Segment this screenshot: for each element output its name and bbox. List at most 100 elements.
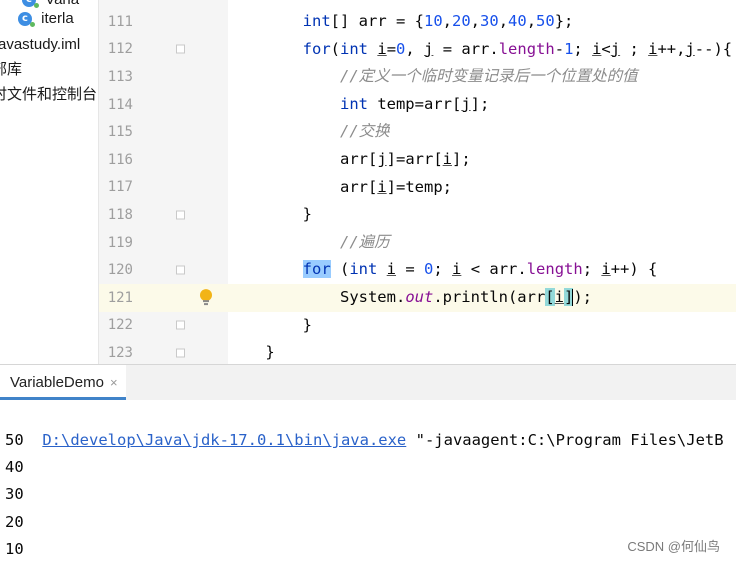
line-number: 123 bbox=[107, 344, 133, 361]
code-line[interactable]: arr[i]=temp; bbox=[228, 174, 736, 202]
line-number: 116 bbox=[107, 151, 133, 168]
line-number: 122 bbox=[107, 317, 133, 334]
code-token: ]; bbox=[452, 150, 471, 168]
code-token: , bbox=[470, 12, 481, 30]
tree-item-label: 部库 bbox=[0, 61, 23, 78]
code-line[interactable]: for (int i = 0; i < arr.length; i++) { bbox=[228, 256, 736, 284]
code-editor[interactable]: int[] arr = {10,20,30,40,50}; for(int i=… bbox=[228, 0, 736, 364]
code-token: ]=arr[ bbox=[386, 150, 443, 168]
code-line[interactable]: int temp=arr[j]; bbox=[228, 91, 736, 119]
code-token: 40 bbox=[508, 12, 527, 30]
line-number: 111 bbox=[107, 13, 133, 30]
tree-item-scratches[interactable]: 时文件和控制台 bbox=[0, 82, 97, 108]
tree-item-iterla[interactable]: c iterla bbox=[18, 6, 74, 32]
code-token: = bbox=[396, 260, 425, 279]
code-token: [] arr = { bbox=[330, 12, 424, 30]
gutter-row[interactable]: 119 bbox=[99, 229, 229, 257]
code-token: } bbox=[228, 315, 312, 334]
gutter-row[interactable]: 118 bbox=[99, 201, 229, 229]
code-token: for bbox=[302, 39, 331, 58]
line-number: 115 bbox=[107, 124, 133, 141]
code-token: .println(arr bbox=[433, 288, 546, 306]
code-line[interactable]: } bbox=[228, 339, 736, 364]
tree-item-external-libraries[interactable]: 部库 bbox=[0, 57, 22, 83]
code-token: } bbox=[228, 205, 312, 224]
code-token: , bbox=[526, 12, 537, 30]
code-line[interactable]: arr[j]=arr[i]; bbox=[228, 146, 736, 174]
code-token: = bbox=[386, 39, 397, 58]
code-token: i bbox=[601, 260, 611, 279]
run-toolbar: VariableDemo × bbox=[0, 364, 736, 401]
code-token: i bbox=[554, 288, 564, 306]
code-line[interactable]: for(int i=0, j = arr.length-1; i<j ; i++… bbox=[228, 36, 736, 64]
run-tab-variabledemo[interactable]: VariableDemo × bbox=[0, 365, 126, 400]
code-token: arr[ bbox=[228, 177, 378, 196]
code-token: , bbox=[442, 12, 452, 30]
code-token: ); bbox=[573, 288, 592, 306]
code-line[interactable]: //定义一个临时变量记录后一个位置处的值 bbox=[228, 63, 736, 91]
fold-marker-icon[interactable] bbox=[176, 348, 185, 358]
fold-marker-icon[interactable] bbox=[176, 265, 185, 275]
run-console[interactable]: D:\develop\Java\jdk-17.0.1\bin\java.exe … bbox=[0, 400, 736, 563]
code-token: i bbox=[442, 150, 452, 168]
java-exe-link[interactable]: D:\develop\Java\jdk-17.0.1\bin\java.exe bbox=[42, 431, 406, 449]
code-token: ( bbox=[330, 260, 350, 279]
code-token: int bbox=[339, 94, 368, 113]
code-token: j bbox=[424, 39, 434, 58]
close-icon[interactable]: × bbox=[110, 375, 118, 390]
code-token: = arr. bbox=[433, 39, 499, 58]
code-line[interactable]: } bbox=[228, 201, 736, 229]
gutter-row[interactable]: 121 bbox=[99, 284, 229, 312]
console-output-line: 10 bbox=[5, 540, 24, 558]
code-token: --){ bbox=[694, 39, 733, 58]
code-token: ; bbox=[582, 260, 602, 279]
code-line[interactable]: System.out.println(arr[i]); bbox=[228, 284, 736, 312]
run-tab-label: VariableDemo bbox=[10, 374, 104, 391]
code-token: i bbox=[452, 260, 462, 279]
gutter-row[interactable]: 120 bbox=[99, 256, 229, 284]
fold-marker-icon[interactable] bbox=[176, 210, 185, 220]
console-output-line: 40 bbox=[5, 458, 24, 476]
code-token: 0 bbox=[396, 39, 406, 58]
line-number: 112 bbox=[107, 41, 133, 58]
gutter-row[interactable]: 115 bbox=[99, 118, 229, 146]
command-args: "-javaagent:C:\Program Files\JetB bbox=[406, 431, 724, 449]
tree-item-iml[interactable]: avastudy.iml bbox=[0, 32, 80, 58]
gutter-row[interactable]: 111 bbox=[99, 8, 229, 36]
gutter-row[interactable]: 117 bbox=[99, 174, 229, 202]
watermark: CSDN @何仙鸟 bbox=[627, 539, 720, 554]
gutter-row[interactable]: 112 bbox=[99, 36, 229, 64]
code-token: i bbox=[377, 177, 387, 196]
code-line[interactable]: } bbox=[228, 312, 736, 340]
gutter-row[interactable]: 123 bbox=[99, 339, 229, 367]
code-token: 50 bbox=[536, 12, 555, 30]
code-token: ; bbox=[620, 39, 649, 58]
code-token: < arr. bbox=[461, 260, 527, 279]
line-number: 113 bbox=[107, 68, 133, 85]
fold-marker-icon[interactable] bbox=[176, 44, 185, 54]
gutter-row[interactable]: 116 bbox=[99, 146, 229, 174]
code-token: < bbox=[601, 39, 611, 58]
gutter-row[interactable]: 113 bbox=[99, 63, 229, 91]
gutter-row[interactable]: 114 bbox=[99, 91, 229, 119]
code-line[interactable]: int[] arr = {10,20,30,40,50}; bbox=[228, 8, 736, 36]
line-number: 114 bbox=[107, 96, 133, 113]
tree-item-label: iterla bbox=[41, 10, 74, 27]
tree-item-label: 时文件和控制台 bbox=[0, 86, 98, 103]
code-token: for bbox=[302, 260, 331, 279]
lightbulb-icon[interactable] bbox=[199, 288, 213, 306]
code-token: 1 bbox=[564, 39, 574, 58]
code-token: ( bbox=[330, 39, 340, 58]
editor-gutter[interactable]: 111 112 113 114 115 116 117 118 119 120 121 122 123 bbox=[98, 0, 229, 364]
code-token: ++, bbox=[657, 39, 686, 58]
fold-marker-icon[interactable] bbox=[176, 320, 185, 330]
code-line[interactable]: //遍历 bbox=[228, 229, 736, 257]
code-token: } bbox=[228, 343, 275, 362]
code-token: //定义一个临时变量记录后一个位置处的值 bbox=[339, 67, 638, 86]
gutter-row[interactable]: 122 bbox=[99, 312, 229, 340]
code-line[interactable]: //交换 bbox=[228, 118, 736, 146]
